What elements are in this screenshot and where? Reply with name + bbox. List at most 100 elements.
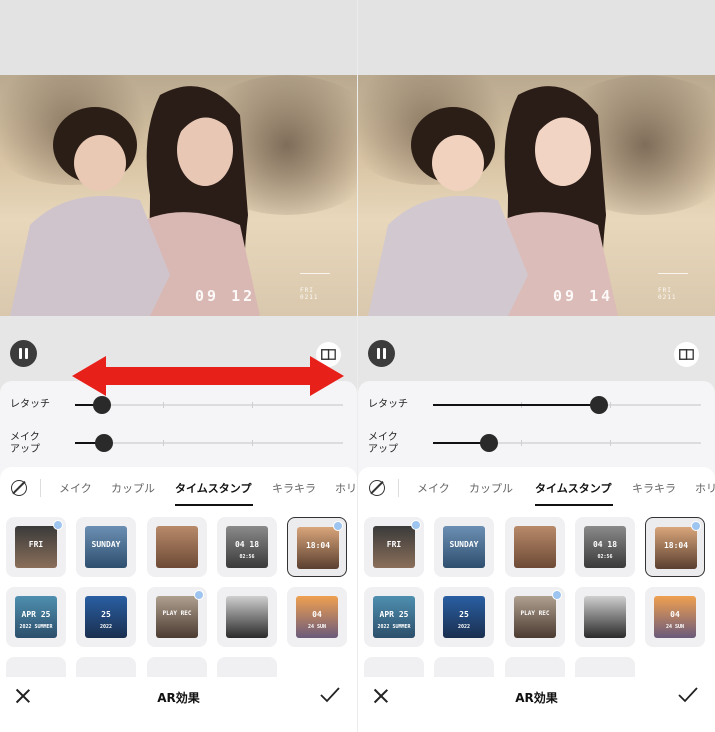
- slider-tick: [251, 440, 253, 446]
- stamp-thumbnail[interactable]: PLAY REC: [147, 587, 207, 647]
- stamp-text: SUNDAY: [91, 540, 121, 549]
- stamp-thumbnail[interactable]: [575, 657, 635, 677]
- stamp-thumbnail[interactable]: 04 24 SUN: [645, 587, 705, 647]
- slider-tick: [163, 440, 165, 446]
- bottom-bar: AR効果: [358, 677, 715, 732]
- stamp-thumbnail[interactable]: [147, 517, 207, 577]
- new-badge-icon: [552, 590, 562, 600]
- stamp-text: 25: [101, 610, 111, 619]
- stamp-preview-image: [156, 526, 198, 568]
- stamp-preview-image: 04 24 SUN: [654, 596, 696, 638]
- stamp-thumbnail[interactable]: [364, 657, 424, 677]
- stamp-thumbnail[interactable]: 04 18 02:56: [575, 517, 635, 577]
- stamp-text: PLAY REC: [162, 610, 192, 617]
- pause-button[interactable]: [10, 340, 37, 367]
- tab-couple[interactable]: カップル: [111, 480, 155, 496]
- stamp-thumbnail[interactable]: SUNDAY: [76, 517, 136, 577]
- stamp-thumbnail[interactable]: [505, 657, 565, 677]
- tab-holiday[interactable]: ホリ: [335, 480, 357, 496]
- stamp-thumbnail[interactable]: [6, 657, 66, 677]
- makeup-label: メイク アップ: [10, 432, 40, 456]
- stamp-day: FRI: [658, 287, 672, 294]
- stamp-thumbnail[interactable]: 18:04: [287, 517, 347, 577]
- double-arrow-icon: [72, 356, 344, 396]
- stamp-preview-image: SUNDAY: [443, 526, 485, 568]
- stamp-thumbnail[interactable]: 18:04: [645, 517, 705, 577]
- compare-icon: [679, 349, 694, 360]
- active-tab-indicator: [175, 504, 253, 506]
- slider-knob[interactable]: [480, 434, 499, 452]
- stamp-text: APR 25: [379, 610, 409, 619]
- stamp-thumbnail[interactable]: 04 18 02:56: [217, 517, 277, 577]
- stamp-thumbnail[interactable]: 25 2022: [76, 587, 136, 647]
- people-illustration: [10, 86, 260, 316]
- new-badge-icon: [411, 520, 421, 530]
- tab-kirakira[interactable]: キラキラ: [272, 480, 316, 496]
- stamp-thumbnail[interactable]: 04 24 SUN: [287, 587, 347, 647]
- slider-knob[interactable]: [590, 396, 609, 414]
- stamp-thumbnail[interactable]: [217, 587, 277, 647]
- stamp-thumbnail[interactable]: FRI: [364, 517, 424, 577]
- stamp-thumbnail[interactable]: 25 2022: [434, 587, 494, 647]
- stamp-preview-image: 18:04: [655, 527, 697, 569]
- no-effect-icon[interactable]: [11, 480, 27, 496]
- slider-knob[interactable]: [92, 396, 111, 414]
- slider-tick: [163, 402, 165, 408]
- stamp-preview-image: 18:04: [297, 527, 339, 569]
- category-tabs: メイク カップル タイムスタンプ キラキラ ホリ: [0, 467, 357, 507]
- stamp-preview-image: 04 18 02:56: [584, 526, 626, 568]
- confirm-check-icon[interactable]: [319, 685, 341, 705]
- stamp-text: 04 18: [234, 540, 260, 549]
- makeup-slider[interactable]: [433, 434, 701, 452]
- stamp-thumbnail[interactable]: [434, 657, 494, 677]
- stamp-day: FRI: [300, 287, 314, 294]
- retouch-slider[interactable]: [433, 396, 701, 414]
- makeup-slider[interactable]: [75, 434, 343, 452]
- stamp-preview-image: 25 2022: [85, 596, 127, 638]
- makeup-label-line2: アップ: [368, 444, 398, 455]
- confirm-check-icon[interactable]: [677, 685, 699, 705]
- stamp-preview-image: 04 24 SUN: [296, 596, 338, 638]
- stamp-date: 0211: [300, 294, 319, 301]
- pause-button[interactable]: [368, 340, 395, 367]
- stamp-thumbnail[interactable]: FRI: [6, 517, 66, 577]
- new-badge-icon: [691, 521, 701, 531]
- preview-photo: 09 14 FRI 0211: [358, 75, 715, 316]
- stamp-text: 18:04: [305, 541, 331, 550]
- stamp-preview-image: APR 25 2022 SUMMER: [15, 596, 57, 638]
- stamp-thumbnail[interactable]: [505, 517, 565, 577]
- compare-button[interactable]: [674, 342, 699, 367]
- tab-holiday[interactable]: ホリ: [695, 480, 715, 496]
- tab-timestamp[interactable]: タイムスタンプ: [175, 480, 251, 496]
- slider-tick: [609, 440, 611, 446]
- stamp-grid: FRI SUNDAY 04 18 02:56 18:04 APR 25 2022 SUMME…: [0, 507, 357, 677]
- tab-makeup[interactable]: メイク: [59, 480, 92, 496]
- stamp-thumbnail[interactable]: APR 25 2022 SUMMER: [6, 587, 66, 647]
- tab-makeup[interactable]: メイク: [417, 480, 450, 496]
- status-area: [0, 0, 357, 75]
- stamp-text: PLAY REC: [520, 610, 550, 617]
- no-effect-icon[interactable]: [369, 480, 385, 496]
- slider-knob[interactable]: [95, 434, 114, 452]
- tab-couple[interactable]: カップル: [469, 480, 513, 496]
- status-area: [358, 0, 715, 75]
- screen-title: AR効果: [157, 691, 200, 705]
- stamp-subtext: 02:56: [597, 554, 613, 560]
- slider-fill: [433, 404, 600, 406]
- stamp-thumbnail[interactable]: [575, 587, 635, 647]
- stamp-thumbnail[interactable]: [147, 657, 207, 677]
- stamp-thumbnail[interactable]: SUNDAY: [434, 517, 494, 577]
- stamp-preview-image: [226, 596, 268, 638]
- stamp-thumbnail[interactable]: [76, 657, 136, 677]
- stamp-thumbnail[interactable]: PLAY REC: [505, 587, 565, 647]
- stamp-text: 25: [459, 610, 469, 619]
- stamp-clock-day: FRI 0211: [658, 287, 676, 301]
- stamp-thumbnail[interactable]: [217, 657, 277, 677]
- retouch-label: レタッチ: [10, 399, 50, 410]
- tab-kirakira[interactable]: キラキラ: [632, 480, 676, 496]
- tab-timestamp[interactable]: タイムスタンプ: [535, 480, 611, 496]
- retouch-slider[interactable]: [75, 396, 343, 414]
- stamp-preview-image: FRI: [15, 526, 57, 568]
- stamp-thumbnail[interactable]: APR 25 2022 SUMMER: [364, 587, 424, 647]
- slider-tick: [609, 402, 611, 408]
